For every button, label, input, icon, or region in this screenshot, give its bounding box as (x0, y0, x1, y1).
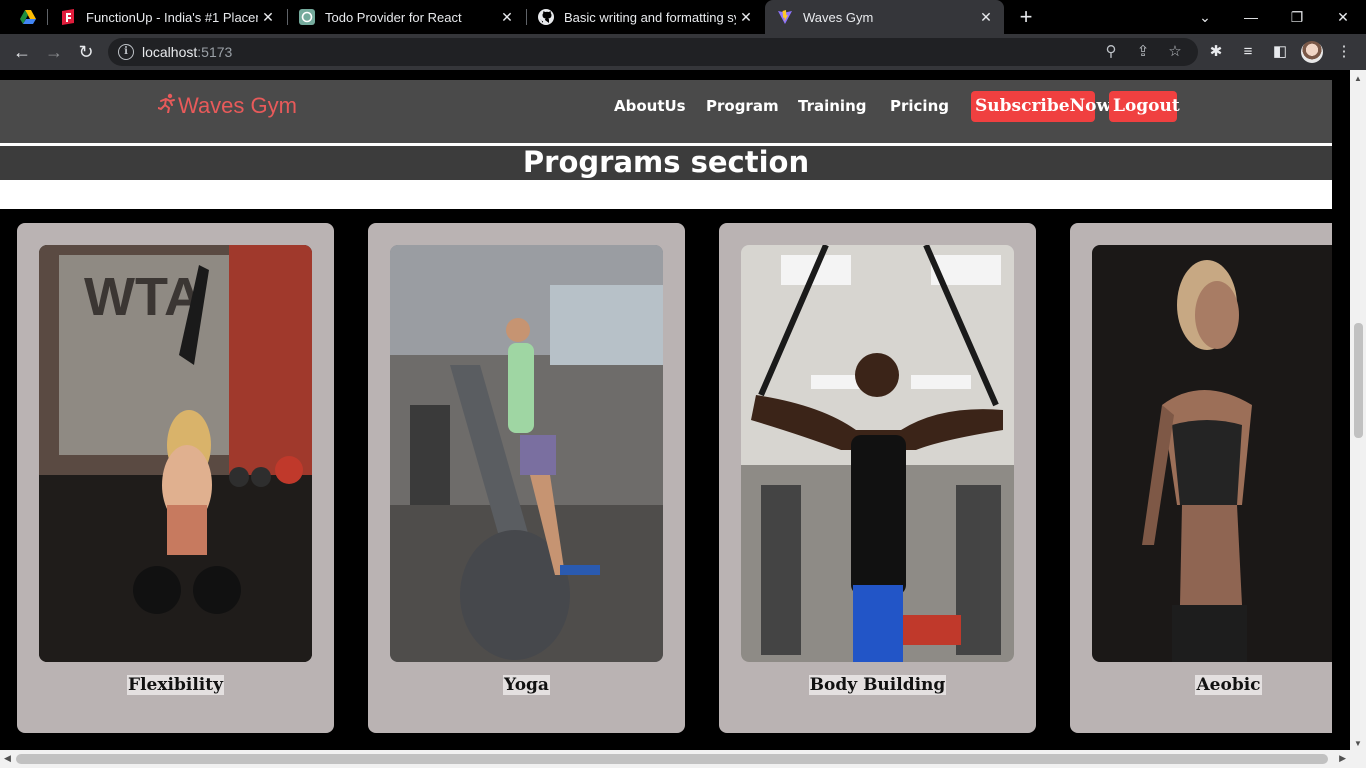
program-card-yoga[interactable]: Yoga (368, 223, 685, 733)
tab-waves-gym[interactable]: Waves Gym ✕ (765, 0, 1004, 34)
reload-icon[interactable]: ↻ (74, 40, 98, 64)
browser-tab-bar: FunctionUp - India's #1 Placemen ✕ Todo … (0, 0, 1366, 34)
address-url[interactable]: localhost:5173 (142, 44, 232, 60)
vertical-scroll-thumb[interactable] (1354, 323, 1363, 438)
aeobic-photo (1092, 245, 1332, 662)
tab-todo-provider[interactable]: Todo Provider for React ✕ (287, 0, 525, 34)
nav-link-program[interactable]: Program (706, 97, 779, 115)
horizontal-scroll-thumb[interactable] (16, 754, 1328, 764)
program-card-body-building[interactable]: Body Building (719, 223, 1036, 733)
section-spacer (0, 180, 1332, 209)
minimize-icon[interactable]: — (1228, 0, 1274, 34)
program-cards: WTA Flexibility Yoga Body Building Aeobi… (0, 209, 1332, 750)
chatgpt-favicon (299, 9, 315, 25)
horizontal-scrollbar[interactable]: ◀ ▶ (0, 750, 1366, 768)
address-bar[interactable]: i localhost:5173 ⚲ ⇪ ☆ (108, 38, 1198, 66)
browser-toolbar: ← → ↻ i localhost:5173 ⚲ ⇪ ☆ ✱ ≡ ◧ ⋮ (0, 34, 1366, 70)
side-panel-icon[interactable]: ◧ (1270, 42, 1290, 62)
tab-title: Basic writing and formatting synt (564, 9, 736, 25)
yoga-photo (390, 245, 663, 662)
vertical-scrollbar[interactable]: ▲ ▼ (1350, 70, 1366, 750)
nav-link-pricing[interactable]: Pricing (890, 97, 949, 115)
tab-title: Waves Gym (803, 9, 874, 25)
tab-title: FunctionUp - India's #1 Placemen (86, 9, 258, 25)
share-icon[interactable]: ⇪ (1134, 43, 1152, 61)
page-viewport: Waves Gym AboutUs Program Training Prici… (0, 70, 1350, 750)
program-label: Yoga (503, 675, 550, 695)
site-logo[interactable]: Waves Gym (157, 93, 297, 119)
google-drive-icon (20, 9, 36, 25)
url-host: localhost (142, 44, 198, 60)
body-building-photo (741, 245, 1014, 662)
scroll-down-arrow-icon[interactable]: ▼ (1354, 739, 1362, 748)
tab-pinned-drive[interactable] (8, 0, 48, 34)
close-window-icon[interactable]: ✕ (1320, 0, 1366, 34)
program-card-aeobic[interactable]: Aeobic (1070, 223, 1332, 733)
close-tab-icon[interactable]: ✕ (497, 9, 517, 26)
github-favicon (538, 9, 554, 25)
media-playlist-icon[interactable]: ≡ (1238, 42, 1258, 62)
program-label: Body Building (808, 675, 947, 695)
bookmark-star-icon[interactable]: ☆ (1166, 43, 1184, 61)
vite-favicon (777, 9, 793, 25)
runner-icon (157, 93, 176, 119)
close-tab-icon[interactable]: ✕ (736, 9, 756, 26)
tab-github-formatting[interactable]: Basic writing and formatting synt ✕ (526, 0, 764, 34)
nav-link-aboutus[interactable]: AboutUs (614, 97, 686, 115)
logo-text: Waves Gym (178, 93, 297, 118)
functionup-favicon (60, 9, 76, 25)
new-tab-icon[interactable]: + (1014, 5, 1038, 29)
scroll-left-arrow-icon[interactable]: ◀ (4, 753, 11, 764)
back-arrow-icon[interactable]: ← (10, 40, 34, 64)
close-tab-icon[interactable]: ✕ (976, 9, 996, 26)
scroll-up-arrow-icon[interactable]: ▲ (1354, 74, 1362, 83)
profile-avatar[interactable] (1301, 41, 1323, 63)
program-label: Aeobic (1195, 675, 1262, 695)
section-title: Programs section (522, 145, 810, 179)
program-label: Flexibility (127, 675, 224, 695)
nav-link-training[interactable]: Training (798, 97, 866, 115)
more-menu-icon[interactable]: ⋮ (1334, 42, 1354, 62)
site-info-icon[interactable]: i (118, 44, 134, 60)
svg-text:WTA: WTA (84, 267, 203, 327)
restore-icon[interactable]: ❐ (1274, 0, 1320, 34)
flexibility-photo: WTA (39, 245, 312, 662)
tab-title: Todo Provider for React (325, 9, 462, 25)
tab-functionup[interactable]: FunctionUp - India's #1 Placemen ✕ (48, 0, 286, 34)
zoom-icon[interactable]: ⚲ (1102, 43, 1120, 61)
close-tab-icon[interactable]: ✕ (258, 9, 278, 26)
subscribe-now-button[interactable]: SubscribeNow (971, 91, 1111, 122)
site-navbar: Waves Gym AboutUs Program Training Prici… (0, 80, 1332, 143)
section-header: Programs section (0, 145, 1332, 180)
program-card-flexibility[interactable]: WTA Flexibility (17, 223, 334, 733)
extensions-puzzle-icon[interactable]: ✱ (1206, 42, 1226, 62)
url-port: :5173 (197, 44, 233, 60)
forward-arrow-icon[interactable]: → (42, 40, 66, 64)
tab-search-chevron-icon[interactable]: ⌄ (1182, 0, 1228, 34)
logout-button[interactable]: Logout (1109, 91, 1180, 122)
scroll-right-arrow-icon[interactable]: ▶ (1339, 753, 1346, 764)
